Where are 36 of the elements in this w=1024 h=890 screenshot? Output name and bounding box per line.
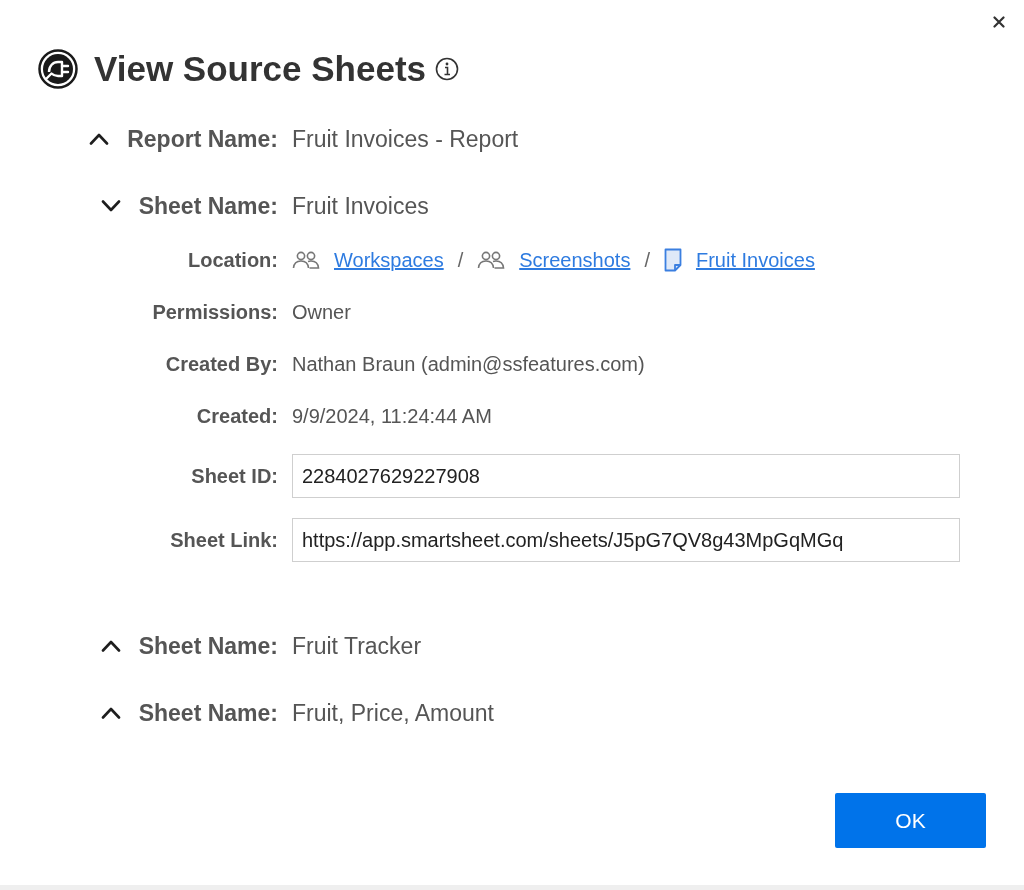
chevron-icon[interactable] [100, 707, 121, 719]
sheet-icon [663, 248, 682, 272]
people-icon [292, 250, 320, 270]
sheet-name-value: Fruit Invoices [292, 192, 430, 220]
sheet-link[interactable]: Fruit Invoices [695, 248, 815, 272]
info-icon[interactable] [435, 57, 459, 81]
path-separator: / [644, 248, 650, 272]
detail-label: Sheet ID: [191, 464, 278, 488]
chevron-icon[interactable] [100, 640, 121, 652]
detail-label: Permissions: [152, 300, 278, 324]
sheet-name-label: Sheet Name: [138, 632, 278, 660]
text-field[interactable]: https://app.smartsheet.com/sheets/J5pG7QV8g43MpGqMGq [292, 518, 960, 562]
plug-logo-icon [38, 49, 78, 89]
workspace-link[interactable]: Workspaces [334, 248, 444, 272]
close-icon [993, 16, 1005, 28]
text-field[interactable]: 2284027629227908 [292, 454, 960, 498]
detail-value: Owner [292, 300, 352, 324]
sheet-name-label: Sheet Name: [138, 192, 278, 220]
dialog-title: View Source Sheets [94, 49, 426, 89]
report-name-value: Fruit Invoices - Report [292, 125, 520, 153]
detail-label: Sheet Link: [170, 528, 278, 552]
report-name-label: Report Name: [127, 125, 278, 153]
workspace-link[interactable]: Screenshots [519, 248, 631, 272]
detail-label: Location: [188, 248, 278, 272]
sheet-name-value: Fruit Tracker [292, 632, 423, 660]
people-icon [477, 250, 506, 270]
sheet-name-value: Fruit, Price, Amount [292, 699, 495, 727]
chevron-icon[interactable] [100, 200, 121, 212]
sheet-name-label: Sheet Name: [138, 699, 278, 727]
detail-label: Created By: [165, 352, 278, 376]
ok-button[interactable]: OK [835, 793, 986, 848]
detail-label: Created: [196, 404, 278, 428]
path-separator: / [457, 248, 464, 272]
detail-value: Nathan Braun (admin@ssfeatures.com) [292, 352, 646, 376]
chevron-icon[interactable] [89, 133, 110, 145]
detail-value: 9/9/2024, 11:24:44 AM [292, 404, 493, 428]
